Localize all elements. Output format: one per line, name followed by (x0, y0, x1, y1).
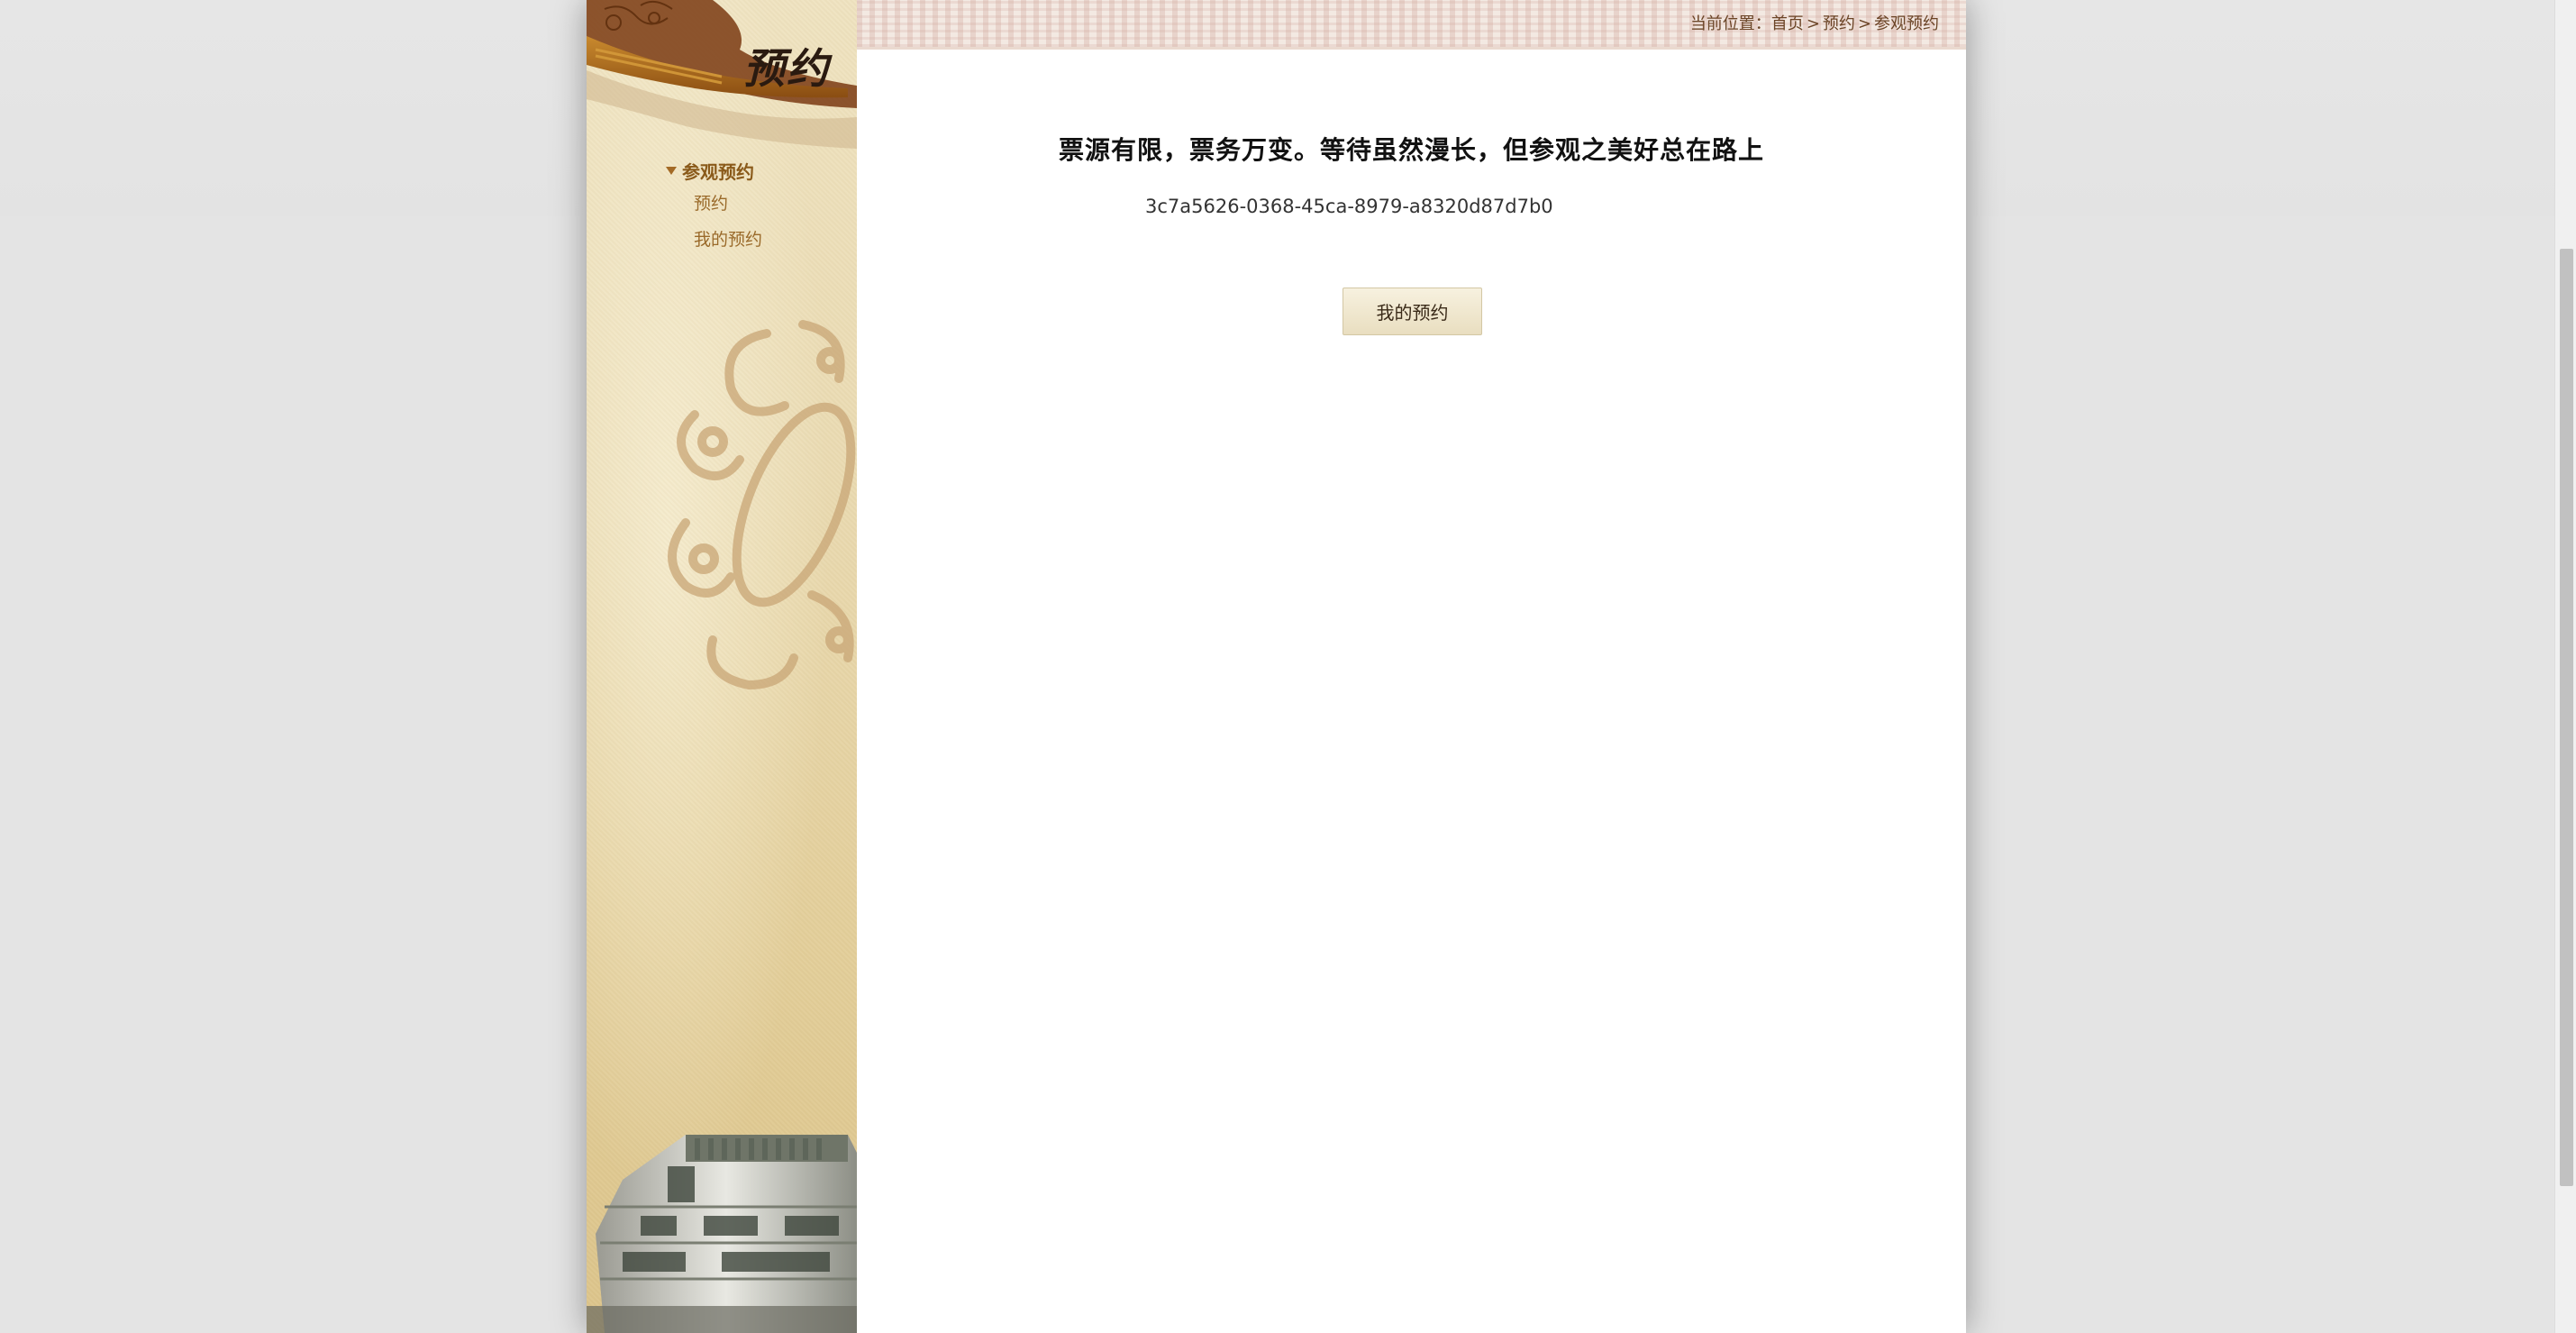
content-area: 当前位置：首页 > 预约 > 参观预约 票源有限，票务万变。等待虽然漫长，但参观之美好总… (857, 0, 1966, 1333)
caret-down-icon (666, 166, 677, 175)
vertical-scrollbar[interactable] (2554, 0, 2576, 1333)
page-headline: 票源有限，票务万变。等待虽然漫长，但参观之美好总在路上 (1058, 134, 1764, 165)
museum-building-image-icon (587, 1135, 857, 1333)
breadcrumb: 当前位置：首页 > 预约 > 参观预约 (1690, 11, 1939, 34)
my-booking-button[interactable]: 我的预约 (1343, 288, 1482, 335)
breadcrumb-booking-link[interactable]: 预约 (1823, 14, 1855, 33)
reservation-id-text: 3c7a5626-0368-45ca-8979-a8320d87d7b0 (1145, 196, 1553, 217)
breadcrumb-home-link[interactable]: 首页 (1771, 14, 1804, 33)
scrollbar-thumb[interactable] (2560, 249, 2573, 1186)
breadcrumb-separator: > (1857, 14, 1871, 33)
sidebar: 预约 参观预约 预约 我的预约 (587, 0, 857, 1333)
sidebar-item-booking[interactable]: 预约 (666, 186, 846, 222)
sidebar-item-my-booking[interactable]: 我的预约 (666, 222, 846, 258)
side-nav: 参观预约 预约 我的预约 (666, 155, 846, 258)
decorative-header-strip: 当前位置：首页 > 预约 > 参观预约 (857, 0, 1966, 50)
side-nav-section-label: 参观预约 (682, 160, 754, 183)
breadcrumb-separator: > (1806, 14, 1820, 33)
breadcrumb-visit-booking-link[interactable]: 参观预约 (1874, 14, 1939, 33)
main-frame: 预约 参观预约 预约 我的预约 当前位置：首页 > 预约 > 参观预约 票源有限… (587, 0, 1966, 1333)
side-nav-section-visit-booking[interactable]: 参观预约 (666, 155, 846, 186)
breadcrumb-prefix: 当前位置： (1689, 14, 1771, 33)
sidebar-title: 预约 (743, 44, 830, 93)
floral-scroll-ornament-icon (668, 320, 856, 690)
